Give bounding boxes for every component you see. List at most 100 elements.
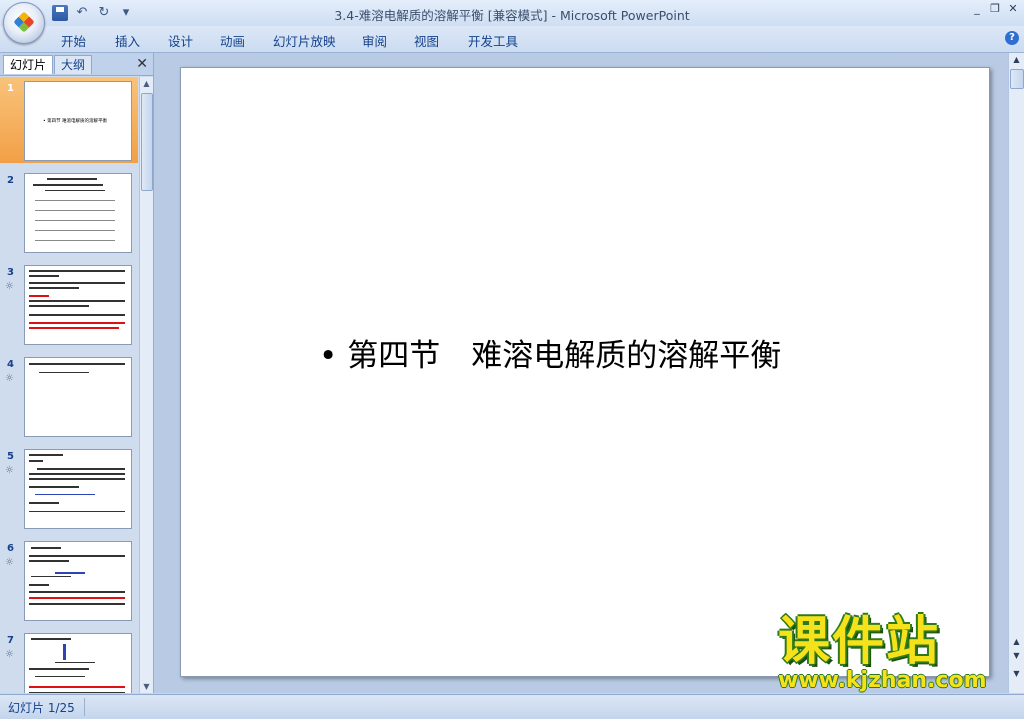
thumb-line (29, 454, 63, 456)
thumb-line (29, 473, 125, 475)
thumb-line (35, 210, 115, 211)
watermark-text: 课件站 (778, 612, 941, 672)
thumb-line (55, 662, 95, 663)
thumbnail-slide-3[interactable]: 3 ☼ (0, 261, 138, 347)
slide-number: 2 (7, 175, 14, 186)
tab-review[interactable]: 审阅 (362, 31, 387, 50)
slide-number: 5 (7, 451, 14, 462)
slide-title: 第四节 难溶电解质的溶解平衡 (347, 338, 782, 374)
slide-number: 3 (7, 267, 14, 278)
window-controls: _ ❐ ✕ (970, 2, 1020, 16)
slide-thumbnail[interactable] (24, 265, 132, 345)
thumb-line (35, 494, 95, 495)
thumb-line (35, 200, 115, 201)
editor-scrollbar[interactable]: ▲ ▲ ▼ ▼ (1008, 53, 1024, 693)
thumb-line (29, 275, 59, 277)
slide-editor: • 第四节 难溶电解质的溶解平衡 ▲ ▲ ▼ ▼ (154, 53, 1024, 693)
tab-home[interactable]: 开始 (61, 31, 86, 50)
thumb-line (29, 597, 125, 599)
thumb-line (29, 486, 79, 488)
thumb-line (29, 668, 89, 670)
animation-icon: ☼ (5, 557, 14, 568)
thumbnail-scrollbar[interactable]: ▲ ▼ (139, 77, 153, 693)
thumb-line (29, 460, 43, 462)
tab-developer[interactable]: 开发工具 (468, 31, 518, 50)
animation-icon: ☼ (5, 465, 14, 476)
thumb-line (29, 603, 125, 605)
thumbnail-title: • 第四节 难溶电解质的溶解平衡 (43, 119, 108, 124)
close-icon[interactable]: ✕ (136, 55, 148, 73)
tab-design[interactable]: 设计 (168, 31, 193, 50)
slide-thumbnail[interactable] (24, 173, 132, 253)
slide-thumbnail[interactable] (24, 357, 132, 437)
thumb-line (33, 184, 103, 186)
thumb-line (63, 644, 66, 660)
animation-icon: ☼ (5, 649, 14, 660)
thumbnail-slide-2[interactable]: 2 (0, 169, 138, 255)
thumbnail-slide-4[interactable]: 4 ☼ (0, 353, 138, 439)
animation-icon: ☼ (5, 281, 14, 292)
thumb-line (29, 363, 125, 365)
slide-thumbnail[interactable] (24, 541, 132, 621)
thumb-line (55, 572, 85, 574)
window-title: 3.4-难溶电解质的溶解平衡 [兼容模式] - Microsoft PowerP… (334, 8, 690, 23)
slide-thumbnail[interactable]: • 第四节 难溶电解质的溶解平衡 (24, 81, 132, 161)
status-divider (84, 698, 85, 716)
tab-animations[interactable]: 动画 (220, 31, 245, 50)
thumb-line (29, 287, 79, 289)
thumb-line (45, 190, 105, 191)
thumb-line (39, 372, 89, 373)
thumb-line (29, 295, 49, 297)
scroll-up-arrow-icon[interactable]: ▲ (1009, 53, 1024, 66)
thumb-line (37, 468, 125, 470)
tab-slideshow[interactable]: 幻灯片放映 (273, 31, 336, 50)
thumb-line (29, 686, 125, 688)
watermark-logo: 课件站 www.kjzhan.com (772, 614, 1012, 694)
slide-title-text[interactable]: • 第四节 难溶电解质的溶解平衡 (319, 330, 781, 375)
thumb-line (31, 547, 61, 549)
thumb-line (29, 322, 125, 324)
scroll-up-arrow-icon[interactable]: ▲ (140, 77, 153, 90)
thumb-line (31, 638, 71, 640)
minimize-button[interactable]: _ (970, 2, 984, 16)
slide-thumbnail[interactable] (24, 633, 132, 693)
slides-panel: 幻灯片 大纲 ✕ 1 • 第四节 难溶电解质的溶解平衡 2 3 ☼ 4 ☼ 5 … (0, 53, 154, 693)
thumbnail-slide-1[interactable]: 1 • 第四节 难溶电解质的溶解平衡 (0, 77, 138, 163)
document-name: 3.4-难溶电解质的溶解平衡 [兼容模式] (334, 8, 548, 23)
office-button[interactable] (3, 2, 45, 44)
panel-tabs: 幻灯片 大纲 ✕ (0, 53, 153, 76)
tab-insert[interactable]: 插入 (115, 31, 140, 50)
restore-button[interactable]: ❐ (988, 2, 1002, 16)
scrollbar-thumb[interactable] (141, 93, 153, 191)
thumbnail-slide-5[interactable]: 5 ☼ (0, 445, 138, 531)
bullet-glyph: • (319, 338, 338, 374)
slide-thumbnail[interactable] (24, 449, 132, 529)
slide-number: 6 (7, 543, 14, 554)
thumb-line (29, 478, 125, 480)
watermark-url: www.kjzhan.com (778, 668, 987, 693)
tab-slides[interactable]: 幻灯片 (3, 55, 54, 74)
thumb-line (29, 560, 69, 562)
office-logo-icon (13, 11, 35, 33)
slide-counter: 幻灯片 1/25 (8, 701, 75, 715)
thumb-line (29, 305, 89, 307)
slide-number: 7 (7, 635, 14, 646)
close-window-button[interactable]: ✕ (1006, 2, 1020, 16)
ribbon-tab-bar: 开始 插入 设计 动画 幻灯片放映 审阅 视图 开发工具 ? (0, 26, 1024, 53)
title-bar: ↶ ↻ ▾ 3.4-难溶电解质的溶解平衡 [兼容模式] - Microsoft … (0, 0, 1024, 44)
slide-number: 1 (7, 83, 14, 94)
thumb-line (35, 220, 115, 221)
help-icon[interactable]: ? (1005, 31, 1019, 45)
slide-canvas[interactable]: • 第四节 难溶电解质的溶解平衡 (180, 67, 990, 677)
slide-number: 4 (7, 359, 14, 370)
animation-icon: ☼ (5, 373, 14, 384)
thumb-line (29, 584, 49, 586)
tab-view[interactable]: 视图 (414, 31, 439, 50)
thumb-line (29, 692, 125, 693)
scroll-down-arrow-icon[interactable]: ▼ (140, 680, 153, 693)
thumbnail-slide-6[interactable]: 6 ☼ (0, 537, 138, 623)
scrollbar-thumb[interactable] (1010, 69, 1024, 89)
thumbnail-slide-7[interactable]: 7 ☼ (0, 629, 138, 693)
tab-outline[interactable]: 大纲 (54, 55, 93, 74)
thumb-line (29, 327, 119, 329)
